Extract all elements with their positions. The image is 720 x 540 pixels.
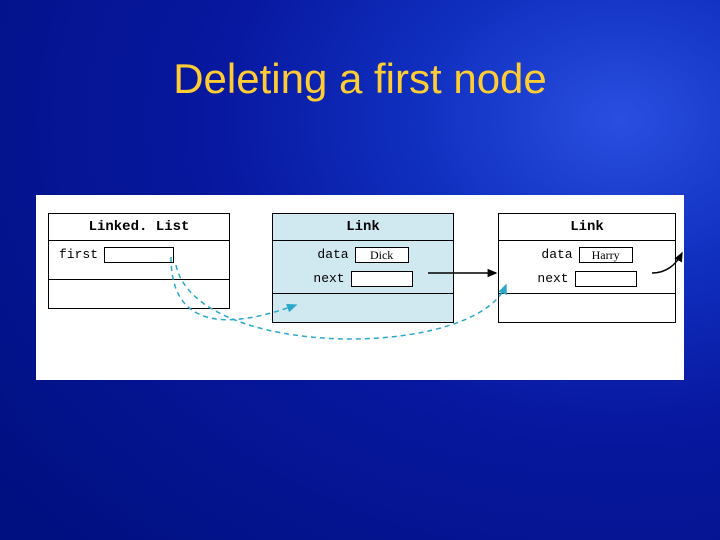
linkedlist-header: Linked. List: [49, 214, 229, 241]
link-node-2: Link data Harry next: [498, 213, 676, 323]
link2-next-pointer-box: [575, 271, 637, 287]
link1-next-label: next: [313, 268, 344, 290]
linkedlist-empty-section: [49, 280, 229, 308]
link2-next-label: next: [537, 268, 568, 290]
linkedlist-box: Linked. List first: [48, 213, 230, 309]
slide: Deleting a first node Linked. List first…: [0, 0, 720, 540]
link1-data-value: Dick: [355, 247, 409, 263]
link-node-1: Link data Dick next: [272, 213, 454, 323]
linkedlist-first-row: first: [53, 243, 225, 267]
linkedlist-fields-section: first: [49, 241, 229, 280]
link2-next-row: next: [503, 267, 671, 291]
link2-fields-section: data Harry next: [499, 241, 675, 294]
link2-empty-section: [499, 294, 675, 322]
first-label: first: [59, 244, 98, 266]
link2-data-label: data: [541, 244, 572, 266]
slide-title: Deleting a first node: [0, 55, 720, 103]
link1-fields-section: data Dick next: [273, 241, 453, 294]
link1-next-row: next: [277, 267, 449, 291]
link1-data-row: data Dick: [277, 243, 449, 267]
link2-data-row: data Harry: [503, 243, 671, 267]
link2-header: Link: [499, 214, 675, 241]
link1-empty-section: [273, 294, 453, 322]
first-pointer-box: [104, 247, 174, 263]
link1-next-pointer-box: [351, 271, 413, 287]
linked-list-diagram: Linked. List first Link data Dick next: [36, 195, 684, 380]
link2-data-value: Harry: [579, 247, 633, 263]
link1-data-label: data: [317, 244, 348, 266]
link1-header: Link: [273, 214, 453, 241]
